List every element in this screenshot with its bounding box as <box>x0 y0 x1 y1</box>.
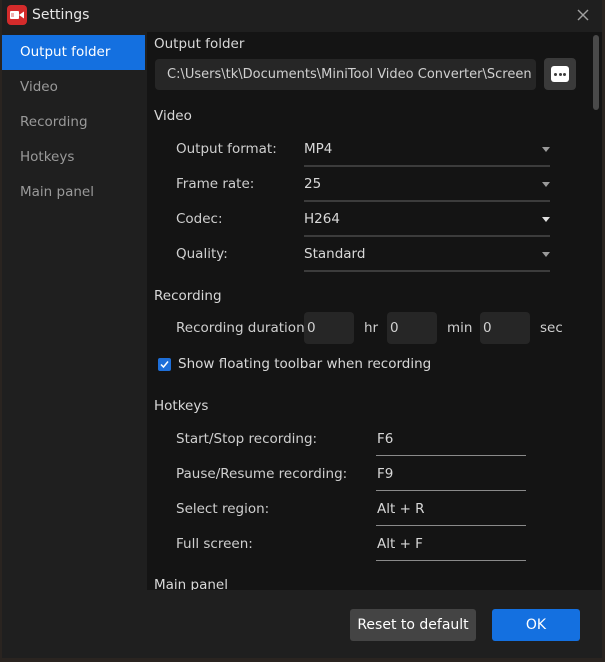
video-camera-icon <box>7 5 27 25</box>
select-region-label: Select region: <box>176 501 270 517</box>
close-button[interactable] <box>574 6 592 24</box>
start-stop-label: Start/Stop recording: <box>176 431 318 447</box>
chevron-down-icon <box>542 182 550 187</box>
output-folder-heading: Output folder <box>154 36 245 52</box>
seconds-unit: sec <box>540 320 563 336</box>
codec-select[interactable]: H264 <box>304 211 550 237</box>
pause-resume-label: Pause/Resume recording: <box>176 466 348 482</box>
quality-value: Standard <box>304 246 366 262</box>
output-format-value: MP4 <box>304 141 333 157</box>
chevron-down-icon <box>542 217 550 222</box>
output-format-label: Output format: <box>176 141 277 157</box>
frame-rate-label: Frame rate: <box>176 176 255 192</box>
recording-duration-label: Recording duration <box>176 320 305 336</box>
reset-to-default-button[interactable]: Reset to default <box>350 609 476 641</box>
start-stop-hotkey-field[interactable]: F6 <box>376 431 526 456</box>
sidebar-nav: Output folder Video Recording Hotkeys Ma… <box>2 35 145 590</box>
ok-button[interactable]: OK <box>492 609 580 641</box>
sidebar-item-video[interactable]: Video <box>2 70 145 105</box>
duration-seconds-input[interactable]: 0 <box>480 312 530 344</box>
chevron-down-icon <box>542 252 550 257</box>
duration-minutes-input[interactable]: 0 <box>387 312 437 344</box>
hours-unit: hr <box>364 320 379 336</box>
video-heading: Video <box>154 108 192 124</box>
settings-content: Output folder C:\Users\tk\Documents\Mini… <box>147 32 602 590</box>
quality-label: Quality: <box>176 246 228 262</box>
output-path-field[interactable]: C:\Users\tk\Documents\MiniTool Video Con… <box>155 59 536 90</box>
sidebar-item-hotkeys[interactable]: Hotkeys <box>2 140 145 175</box>
recording-heading: Recording <box>154 288 222 304</box>
select-region-hotkey-value: Alt + R <box>377 501 425 517</box>
scrollbar-thumb[interactable] <box>593 35 599 110</box>
title-bar: Settings <box>2 0 602 32</box>
window-title: Settings <box>32 7 90 23</box>
frame-rate-value: 25 <box>304 176 322 192</box>
browse-folder-button[interactable] <box>544 58 576 90</box>
settings-window: Settings Output folder Video Recording H… <box>2 0 602 658</box>
chevron-down-icon <box>542 147 550 152</box>
sidebar-item-output-folder[interactable]: Output folder <box>2 35 145 70</box>
frame-rate-select[interactable]: 25 <box>304 176 550 202</box>
floating-toolbar-label[interactable]: Show floating toolbar when recording <box>178 356 431 372</box>
codec-value: H264 <box>304 211 340 227</box>
sidebar-item-main-panel[interactable]: Main panel <box>2 175 145 210</box>
main-panel-heading: Main panel <box>154 577 228 590</box>
pause-resume-hotkey-value: F9 <box>377 466 394 482</box>
more-dots-icon <box>551 66 569 82</box>
start-stop-hotkey-value: F6 <box>377 431 394 447</box>
duration-hours-input[interactable]: 0 <box>304 312 354 344</box>
output-format-select[interactable]: MP4 <box>304 141 550 167</box>
checkmark-icon <box>160 361 169 369</box>
sidebar-item-recording[interactable]: Recording <box>2 105 145 140</box>
close-icon <box>577 9 589 21</box>
full-screen-hotkey-value: Alt + F <box>377 536 423 552</box>
minutes-unit: min <box>447 320 473 336</box>
dialog-footer: Reset to default OK <box>2 590 602 658</box>
pause-resume-hotkey-field[interactable]: F9 <box>376 466 526 491</box>
floating-toolbar-checkbox[interactable] <box>158 358 171 371</box>
quality-select[interactable]: Standard <box>304 246 550 272</box>
hotkeys-heading: Hotkeys <box>154 398 209 414</box>
select-region-hotkey-field[interactable]: Alt + R <box>376 501 526 526</box>
full-screen-hotkey-field[interactable]: Alt + F <box>376 536 526 561</box>
full-screen-label: Full screen: <box>176 536 253 552</box>
codec-label: Codec: <box>176 211 223 227</box>
